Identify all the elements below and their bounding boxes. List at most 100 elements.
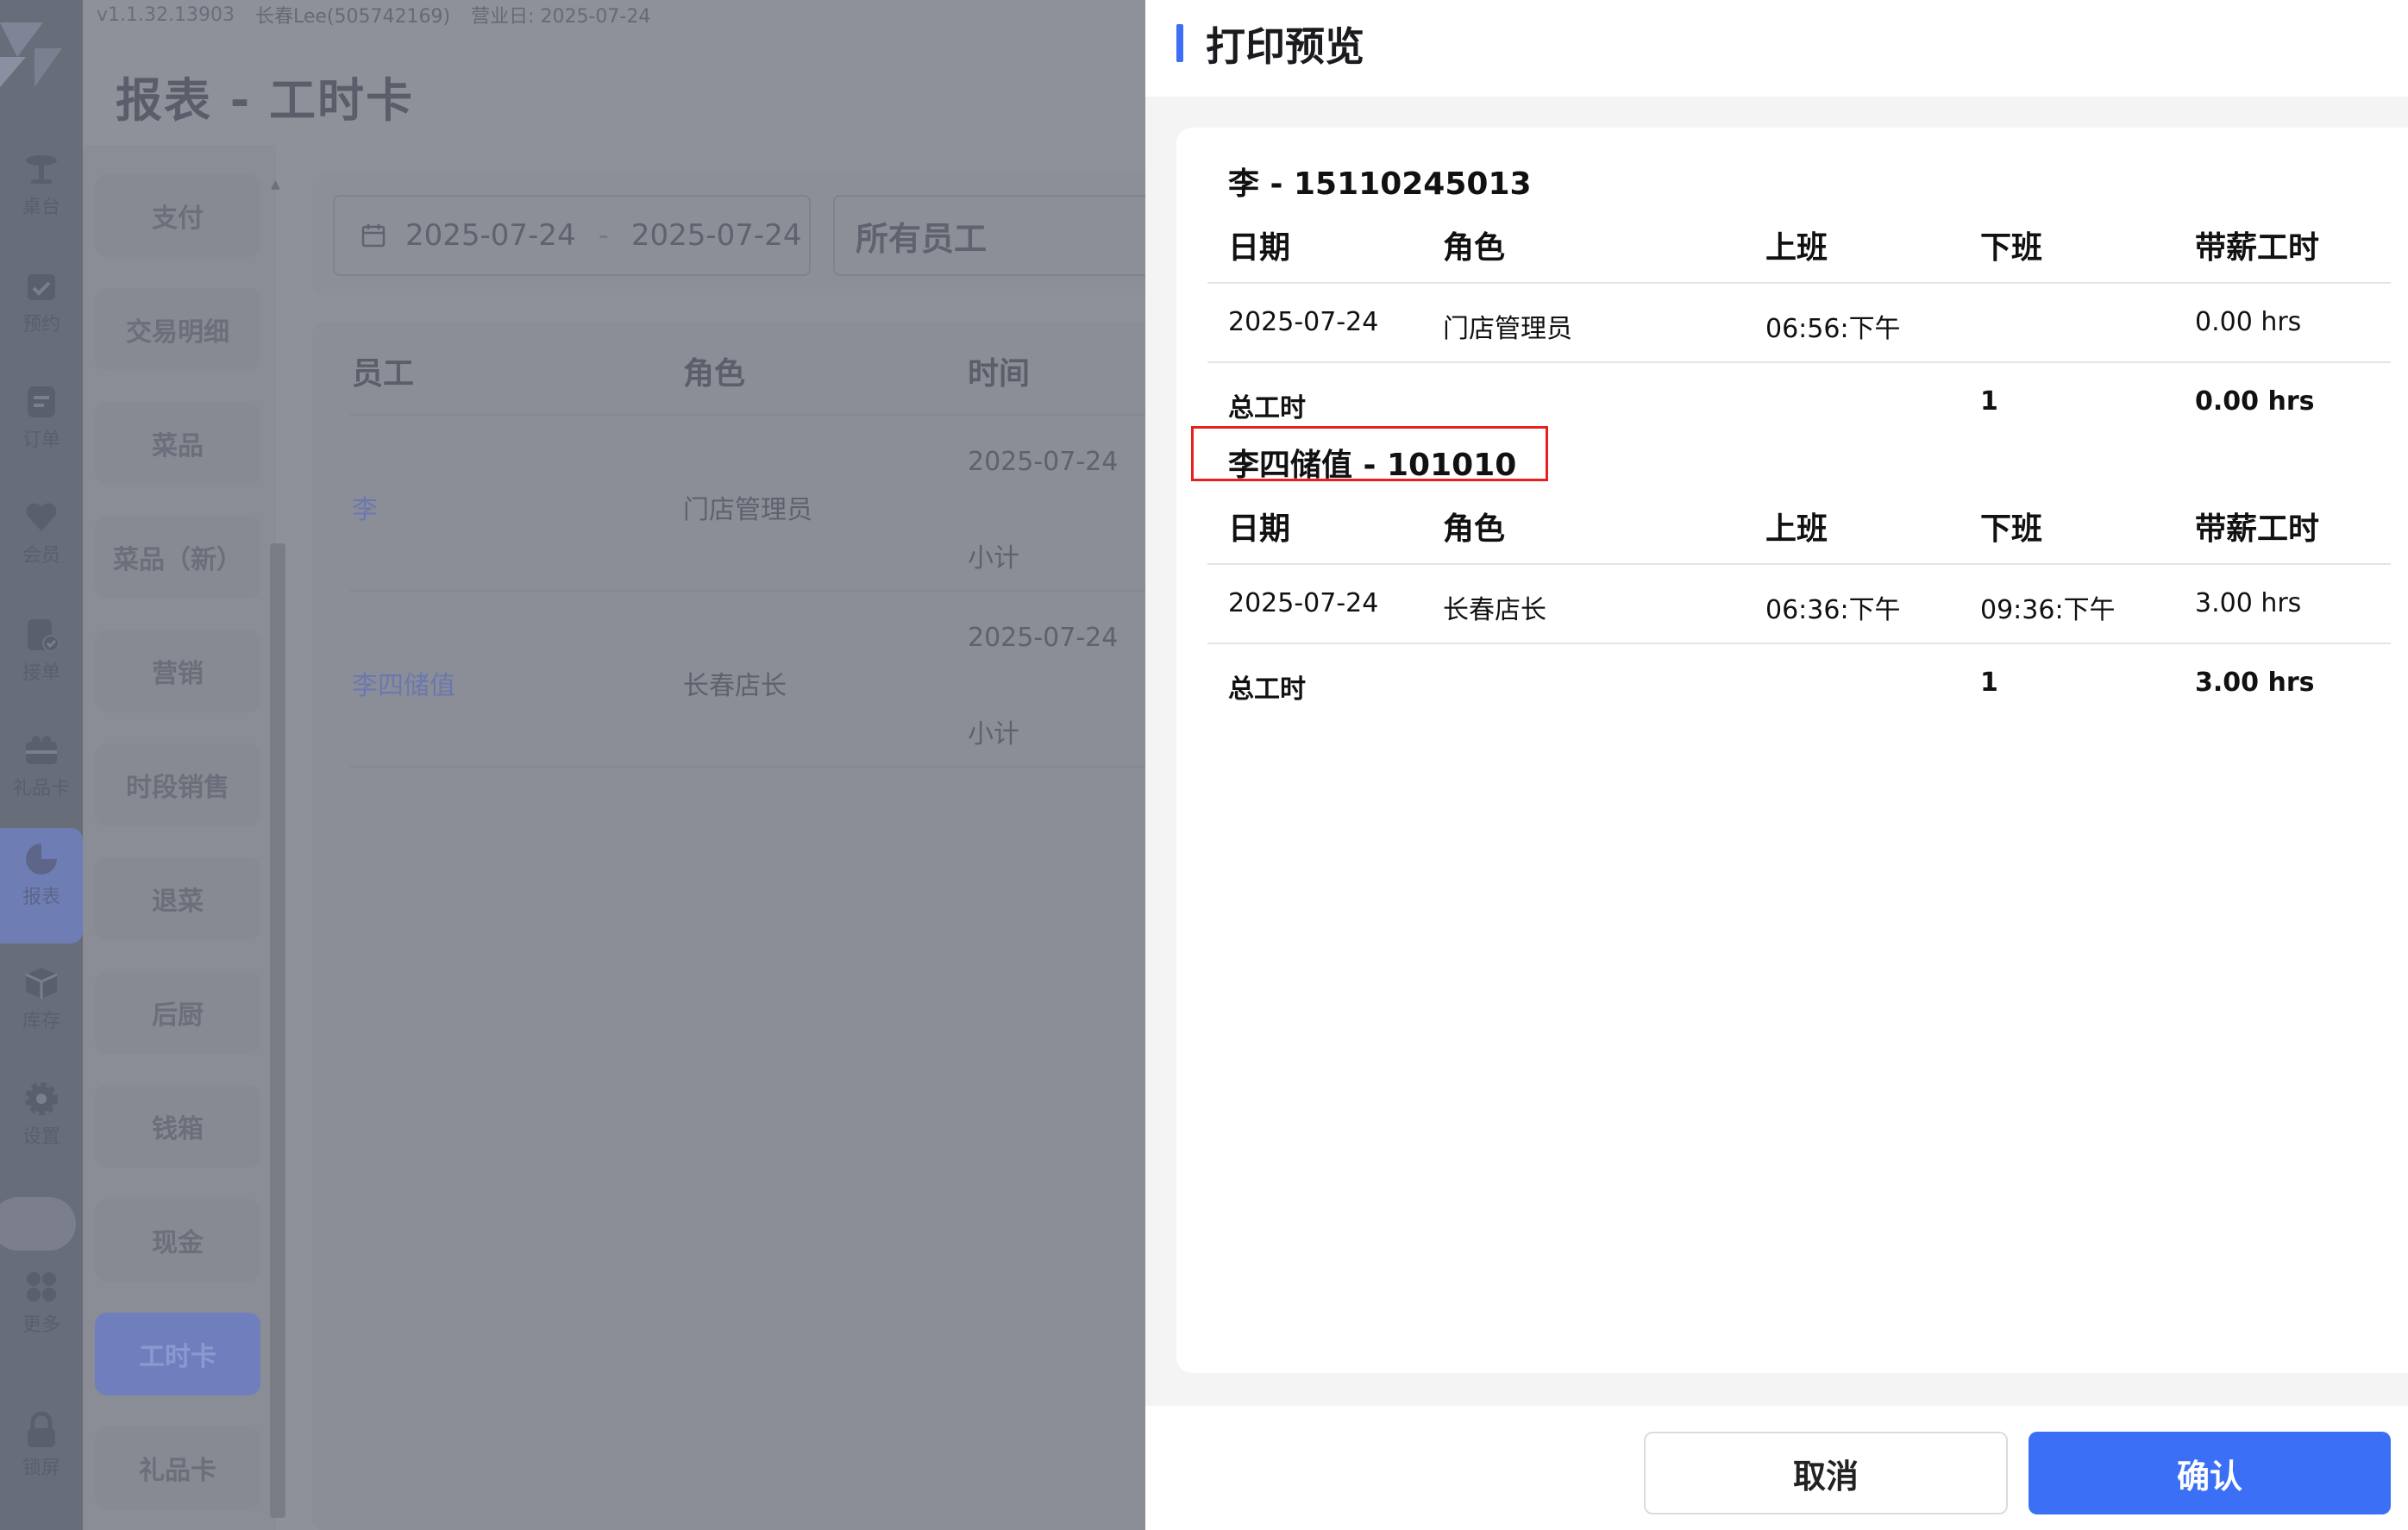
divider bbox=[1207, 282, 2391, 284]
menu-item-timecard[interactable]: 工时卡 bbox=[95, 1313, 260, 1395]
menu-item-marketing[interactable]: 营销 bbox=[95, 630, 260, 712]
rail-label: 订单 bbox=[22, 430, 60, 451]
role-cell: 长春店长 bbox=[683, 671, 787, 701]
top-meta-bar: v1.1.32.13903 长春Lee(505742169) 营业日: 2025… bbox=[97, 0, 650, 29]
mode-toggle[interactable] bbox=[0, 1197, 76, 1251]
menu-item-dishes[interactable]: 菜品 bbox=[95, 402, 260, 485]
app-logo bbox=[0, 22, 62, 87]
row-role: 长春店长 bbox=[1443, 595, 1546, 625]
rail-item-reservation[interactable]: 预约 bbox=[0, 255, 83, 350]
rail-item-inventory[interactable]: 库存 bbox=[0, 952, 83, 1047]
menu-item-gift-card[interactable]: 礼品卡 bbox=[95, 1427, 260, 1509]
rail-item-tables[interactable]: 桌台 bbox=[0, 138, 83, 233]
menu-item-transactions[interactable]: 交易明细 bbox=[95, 288, 260, 371]
col-header-clock-out: 下班 bbox=[1980, 511, 2043, 547]
employee-link[interactable]: 李四储值 bbox=[352, 664, 455, 702]
pie-chart-icon bbox=[26, 843, 57, 875]
menu-item-time-sales[interactable]: 时段销售 bbox=[95, 743, 260, 826]
total-hours: 3.00 hrs bbox=[2195, 668, 2315, 698]
date-cell: 2025-07-24 bbox=[968, 447, 1119, 477]
app-version: v1.1.32.13903 bbox=[97, 3, 235, 26]
calendar-check-icon bbox=[28, 274, 55, 300]
divider bbox=[1207, 643, 2391, 644]
report-menu: 支付 交易明细 菜品 菜品（新） 营销 时段销售 退菜 后厨 钱箱 现金 工时卡… bbox=[83, 145, 276, 1530]
title-accent-bar bbox=[1176, 24, 1183, 62]
rail-item-orders[interactable]: 订单 bbox=[0, 371, 83, 466]
divider bbox=[1207, 361, 2391, 363]
col-header-role: 角色 bbox=[1443, 230, 1506, 266]
divider bbox=[1207, 563, 2391, 565]
rail-label: 设置 bbox=[22, 1126, 60, 1148]
menu-item-cash[interactable]: 现金 bbox=[95, 1199, 260, 1282]
scroll-up-arrow[interactable]: ▲ bbox=[271, 178, 280, 191]
gear-icon bbox=[25, 1082, 58, 1115]
row-paid-hours: 0.00 hrs bbox=[2195, 307, 2302, 337]
rail-item-members[interactable]: 会员 bbox=[0, 486, 83, 581]
business-day: 营业日: 2025-07-24 bbox=[471, 6, 651, 28]
col-header-role: 角色 bbox=[1443, 511, 1506, 547]
rail-item-lock[interactable]: 锁屏 bbox=[0, 1399, 83, 1494]
col-header-paid-hours: 带薪工时 bbox=[2195, 511, 2320, 547]
col-header-role: 角色 bbox=[683, 356, 746, 392]
role-cell: 门店管理员 bbox=[683, 495, 812, 525]
row-clock-in: 06:56:下午 bbox=[1765, 314, 1901, 344]
date-start: 2025-07-24 bbox=[405, 218, 576, 253]
row-paid-hours: 3.00 hrs bbox=[2195, 588, 2302, 618]
rail-label: 锁屏 bbox=[22, 1458, 60, 1479]
rail-item-reports[interactable]: 报表 bbox=[0, 828, 83, 944]
row-role: 门店管理员 bbox=[1443, 314, 1572, 344]
employee-link[interactable]: 李 bbox=[352, 488, 378, 526]
rail-item-more[interactable]: 更多 bbox=[0, 1256, 83, 1351]
menu-scrollbar[interactable] bbox=[270, 543, 285, 1518]
menu-item-payment[interactable]: 支付 bbox=[95, 174, 260, 257]
total-label: 总工时 bbox=[1228, 393, 1306, 423]
nav-rail: 桌台 预约 订单 会员 接单 礼品卡 报表 库存 设置 更多 锁屏 bbox=[0, 0, 83, 1530]
rail-item-gift-card[interactable]: 礼品卡 bbox=[0, 719, 83, 814]
total-label: 总工时 bbox=[1228, 674, 1306, 705]
rail-label: 接单 bbox=[22, 662, 60, 684]
col-header-date: 日期 bbox=[1228, 230, 1291, 266]
heart-icon bbox=[26, 503, 57, 531]
grid-icon bbox=[27, 1272, 56, 1301]
staff-select[interactable]: 所有员工 bbox=[833, 195, 1178, 276]
date-end: 2025-07-24 bbox=[630, 218, 802, 253]
menu-item-dishes-new[interactable]: 菜品（新） bbox=[95, 516, 260, 599]
cancel-button[interactable]: 取消 bbox=[1644, 1432, 2008, 1514]
gift-card-icon bbox=[26, 736, 57, 764]
rail-item-accept-order[interactable]: 接单 bbox=[0, 604, 83, 699]
lock-icon bbox=[28, 1411, 55, 1447]
calendar-icon bbox=[361, 224, 386, 248]
rail-label: 更多 bbox=[22, 1314, 60, 1336]
dialog-header: 打印预览 bbox=[1145, 0, 2408, 97]
row-date: 2025-07-24 bbox=[1228, 588, 1379, 618]
date-cell: 2025-07-24 bbox=[968, 623, 1119, 653]
total-count: 1 bbox=[1980, 668, 1998, 698]
rail-label: 桌台 bbox=[22, 197, 60, 218]
menu-item-returns[interactable]: 退菜 bbox=[95, 857, 260, 940]
divider bbox=[350, 590, 1178, 592]
divider bbox=[350, 766, 1178, 768]
rail-item-settings[interactable]: 设置 bbox=[0, 1068, 83, 1163]
date-range-picker[interactable]: 2025-07-24 - 2025-07-24 bbox=[333, 195, 811, 276]
subtotal-cell: 小计 bbox=[968, 543, 1019, 574]
subtotal-cell: 小计 bbox=[968, 719, 1019, 749]
order-icon bbox=[28, 386, 55, 417]
accept-order-icon bbox=[28, 619, 60, 652]
rail-label: 会员 bbox=[22, 545, 60, 567]
menu-item-cash-drawer[interactable]: 钱箱 bbox=[95, 1085, 260, 1168]
menu-item-kitchen[interactable]: 后厨 bbox=[95, 971, 260, 1054]
rail-label: 预约 bbox=[22, 314, 60, 335]
dialog-title: 打印预览 bbox=[1206, 23, 1364, 70]
highlight-box bbox=[1191, 426, 1548, 481]
date-separator: - bbox=[598, 218, 609, 253]
current-user: 长春Lee(505742169) bbox=[254, 6, 451, 28]
row-clock-out: 09:36:下午 bbox=[1980, 595, 2116, 625]
divider bbox=[350, 414, 1178, 416]
rail-label: 库存 bbox=[22, 1011, 60, 1032]
row-date: 2025-07-24 bbox=[1228, 307, 1379, 337]
col-header-clock-in: 上班 bbox=[1765, 230, 1828, 266]
confirm-button[interactable]: 确认 bbox=[2029, 1432, 2391, 1514]
col-header-employee: 员工 bbox=[352, 356, 415, 392]
row-clock-in: 06:36:下午 bbox=[1765, 595, 1901, 625]
table-icon bbox=[26, 155, 57, 184]
